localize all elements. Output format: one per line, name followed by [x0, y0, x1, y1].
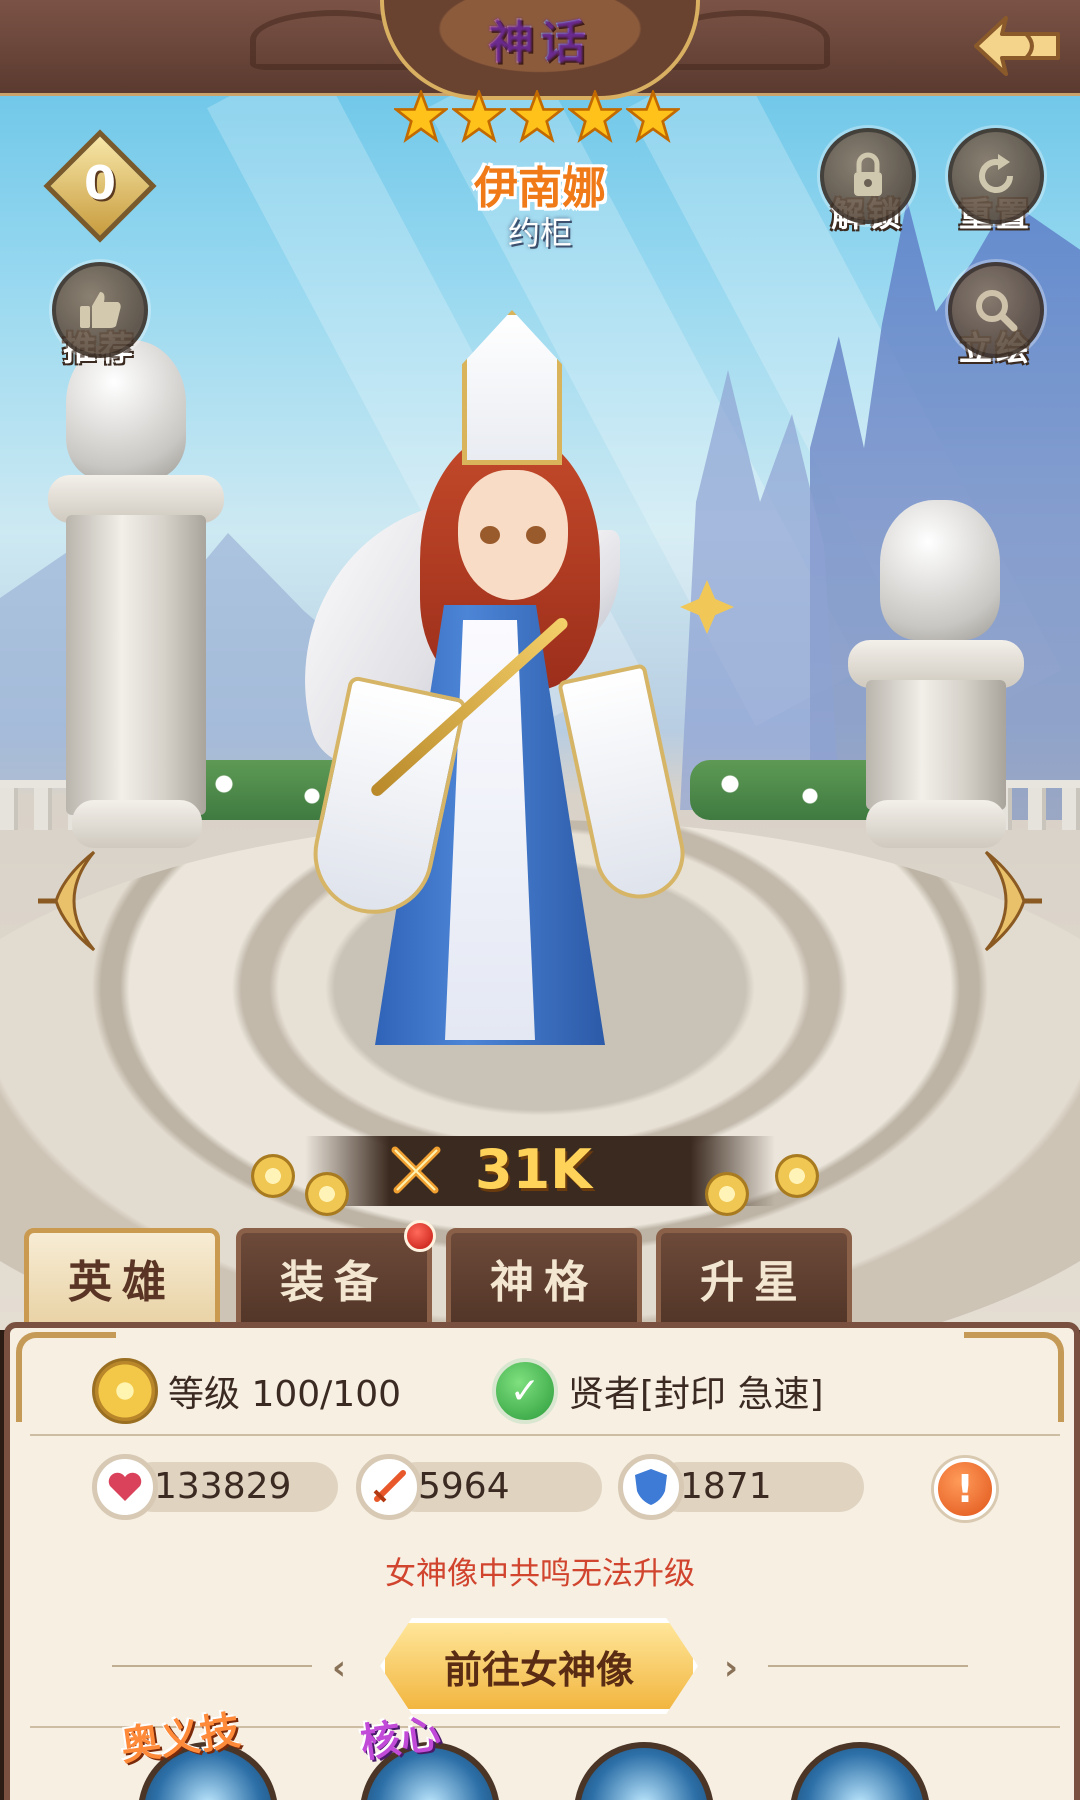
reset-icon	[948, 128, 1044, 224]
previous-hero-arrow-icon[interactable]	[34, 846, 104, 956]
hero-character[interactable]	[263, 290, 840, 1060]
hero-eye	[480, 526, 500, 544]
pillar-base	[72, 800, 202, 848]
rose-ornament	[305, 1172, 349, 1216]
level-text: 等级 100/100	[168, 1374, 401, 1415]
crossed-swords-icon	[391, 1146, 441, 1194]
tab-equipment[interactable]: 装备	[236, 1228, 432, 1328]
rose-ornament	[251, 1154, 295, 1198]
tab-hero[interactable]: 英雄	[24, 1228, 220, 1328]
thumbs-up-icon	[52, 262, 148, 358]
hero-eye	[526, 526, 546, 544]
class-shield-icon: ✓	[492, 1358, 558, 1424]
star-icon	[510, 90, 564, 144]
star-icon	[452, 90, 506, 144]
combat-power-banner: 31K	[245, 1128, 835, 1216]
stat-value: 1871	[680, 1466, 772, 1507]
resonance-notice: 女神像中共鸣无法升级	[385, 1556, 695, 1592]
star-icon	[394, 90, 448, 144]
hero-face	[458, 470, 568, 600]
star-rating	[394, 90, 680, 144]
next-hero-arrow-icon[interactable]	[976, 846, 1046, 956]
chevron-right-icon: ›	[724, 1648, 739, 1688]
tab-divinity[interactable]: 神格	[446, 1228, 642, 1328]
portrait-button[interactable]: 立绘	[944, 262, 1048, 370]
rose-ornament	[775, 1154, 819, 1198]
back-button[interactable]	[968, 6, 1068, 86]
rose-coin-icon	[92, 1358, 158, 1424]
back-arrow-icon	[974, 16, 1060, 76]
class-text: 贤者[封印 急速]	[568, 1374, 824, 1415]
hero-name: 伊南娜	[474, 163, 606, 214]
pillar-base	[866, 800, 1006, 848]
stat-value: 133829	[154, 1466, 292, 1507]
divider-line	[768, 1665, 968, 1667]
recommend-button[interactable]: 推荐	[48, 262, 152, 370]
core-skill-tag: 核心	[357, 1710, 444, 1768]
rose-ornament	[705, 1172, 749, 1216]
goto-goddess-statue-button[interactable]: 前往女神像	[380, 1618, 698, 1714]
tab-star-up[interactable]: 升星	[656, 1228, 852, 1328]
star-icon	[626, 90, 680, 144]
hero-faction: 约柜	[507, 214, 572, 252]
hero-mitre-crown	[462, 310, 562, 465]
reset-button[interactable]: 重置	[944, 128, 1048, 236]
level-row: 等级 100/100	[92, 1358, 401, 1424]
rarity-plate: 神话	[380, 0, 700, 100]
info-alert-button[interactable]: !	[934, 1458, 996, 1520]
panel-corner-ornament	[964, 1332, 1064, 1422]
sword-icon	[356, 1454, 422, 1520]
star-icon	[568, 90, 622, 144]
divider	[30, 1434, 1060, 1436]
lock-icon	[820, 128, 916, 224]
cherub-statue-right	[880, 500, 1000, 640]
rarity-label: 神话	[488, 6, 592, 72]
unlock-button[interactable]: 解锁	[816, 128, 920, 236]
magnifier-icon	[948, 262, 1044, 358]
pillar-right	[866, 680, 1006, 810]
pillar-left	[66, 515, 206, 815]
class-row[interactable]: ✓ 贤者[封印 急速]	[492, 1358, 824, 1424]
heart-icon	[92, 1454, 158, 1520]
divider-line	[112, 1665, 312, 1667]
rank-number: 0	[83, 156, 116, 210]
rank-badge[interactable]: 0	[43, 129, 157, 243]
stat-value: 5964	[418, 1466, 510, 1507]
chevron-left-icon: ‹	[332, 1648, 347, 1688]
combat-power-value: 31K	[475, 1138, 592, 1201]
shield-icon	[618, 1454, 684, 1520]
hero-staff-head	[680, 580, 734, 634]
notification-dot	[404, 1220, 436, 1252]
